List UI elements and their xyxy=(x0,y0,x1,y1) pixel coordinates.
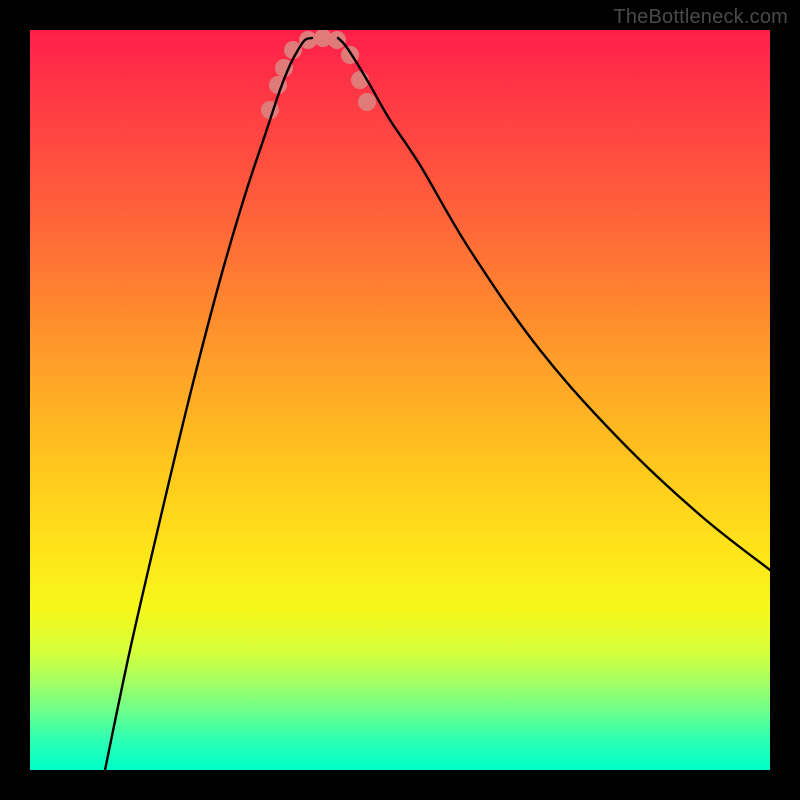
shaded-dot xyxy=(358,93,376,111)
shaded-dot xyxy=(328,31,346,49)
watermark-text: TheBottleneck.com xyxy=(613,6,788,29)
plot-area xyxy=(30,30,770,770)
curve-layer xyxy=(30,30,770,770)
chart-frame: TheBottleneck.com xyxy=(0,0,800,800)
right-curve xyxy=(338,38,770,570)
shaded-dots-group xyxy=(261,30,376,119)
left-curve xyxy=(105,38,312,770)
